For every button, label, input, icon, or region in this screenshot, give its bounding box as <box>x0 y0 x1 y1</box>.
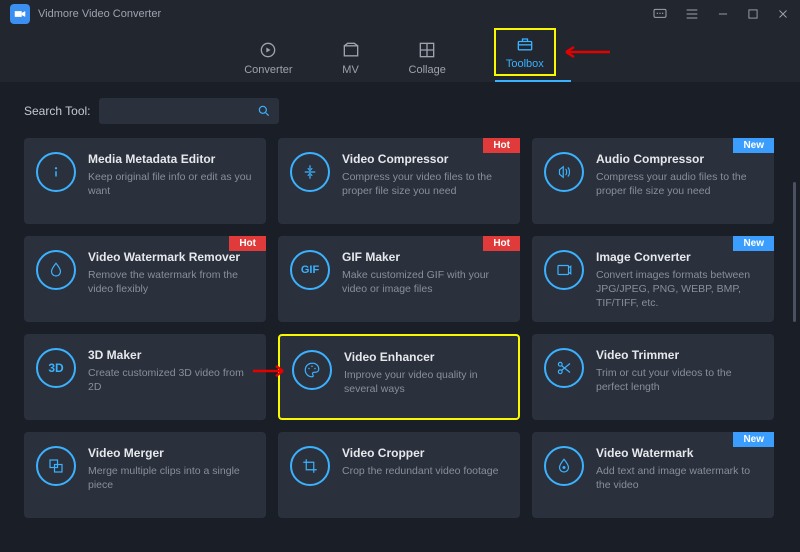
search-label: Search Tool: <box>24 104 91 118</box>
minimize-icon[interactable] <box>716 7 730 21</box>
tool-title: Video Enhancer <box>344 350 506 364</box>
tool-video-enhancer[interactable]: Video Enhancer Improve your video quality… <box>278 334 520 420</box>
menu-icon[interactable] <box>684 6 700 22</box>
app-title: Vidmore Video Converter <box>38 8 161 20</box>
nav-toolbox[interactable]: Toolbox <box>506 34 544 70</box>
tool-desc: Create customized 3D video from 2D <box>88 366 254 394</box>
palette-icon <box>292 350 332 390</box>
mv-icon <box>341 40 361 60</box>
tool-video-trimmer[interactable]: Video Trimmer Trim or cut your videos to … <box>532 334 774 420</box>
compress-icon <box>290 152 330 192</box>
tool-video-watermark-remover[interactable]: Hot Video Watermark Remover Remove the wa… <box>24 236 266 322</box>
crop-icon <box>290 446 330 486</box>
maximize-icon[interactable] <box>746 7 760 21</box>
search-row: Search Tool: <box>24 98 784 124</box>
audio-compress-icon <box>544 152 584 192</box>
tool-image-converter[interactable]: New Image Converter Convert images format… <box>532 236 774 322</box>
collage-icon <box>417 40 437 60</box>
tool-video-merger[interactable]: Video Merger Merge multiple clips into a … <box>24 432 266 518</box>
tool-desc: Improve your video quality in several wa… <box>344 368 506 396</box>
hot-badge: Hot <box>229 236 266 251</box>
tool-title: Video Trimmer <box>596 348 762 362</box>
tool-desc: Merge multiple clips into a single piece <box>88 464 254 492</box>
toolbox-icon <box>515 34 535 54</box>
scissors-icon <box>544 348 584 388</box>
nav-mv[interactable]: MV <box>341 40 361 76</box>
tool-desc: Convert images formats between JPG/JPEG,… <box>596 268 762 311</box>
nav-toolbox-highlight: Toolbox <box>494 28 556 76</box>
hot-badge: Hot <box>483 236 520 251</box>
tool-desc: Add text and image watermark to the vide… <box>596 464 762 492</box>
nav-converter[interactable]: Converter <box>244 40 292 76</box>
search-input[interactable] <box>99 98 279 124</box>
feedback-icon[interactable] <box>652 6 668 22</box>
nav-label: Toolbox <box>506 58 544 70</box>
tool-title: Video Compressor <box>342 152 508 166</box>
tool-title: Video Watermark <box>596 446 762 460</box>
app-logo <box>10 4 30 24</box>
tool-title: Image Converter <box>596 250 762 264</box>
droplet-icon <box>36 250 76 290</box>
titlebar-controls <box>652 6 790 22</box>
tool-title: Video Watermark Remover <box>88 250 254 264</box>
image-convert-icon <box>544 250 584 290</box>
merge-icon <box>36 446 76 486</box>
tool-desc: Keep original file info or edit as you w… <box>88 170 254 198</box>
new-badge: New <box>733 138 774 153</box>
3d-icon: 3D <box>36 348 76 388</box>
nav-label: MV <box>342 64 359 76</box>
tool-desc: Compress your audio files to the proper … <box>596 170 762 198</box>
search-icon <box>257 104 271 118</box>
nav-label: Converter <box>244 64 292 76</box>
tool-desc: Remove the watermark from the video flex… <box>88 268 254 296</box>
hot-badge: Hot <box>483 138 520 153</box>
tool-desc: Compress your video files to the proper … <box>342 170 508 198</box>
close-icon[interactable] <box>776 7 790 21</box>
tool-desc: Crop the redundant video footage <box>342 464 498 478</box>
tool-video-compressor[interactable]: Hot Video Compressor Compress your video … <box>278 138 520 224</box>
tool-audio-compressor[interactable]: New Audio Compressor Compress your audio … <box>532 138 774 224</box>
scrollbar[interactable] <box>793 182 796 322</box>
tool-title: Video Cropper <box>342 446 498 460</box>
watermark-icon <box>544 446 584 486</box>
gif-icon: GIF <box>290 250 330 290</box>
tools-grid: Media Metadata Editor Keep original file … <box>24 138 784 518</box>
tool-desc: Make customized GIF with your video or i… <box>342 268 508 296</box>
tool-title: Video Merger <box>88 446 254 460</box>
new-badge: New <box>733 432 774 447</box>
tool-video-watermark[interactable]: New Video Watermark Add text and image wa… <box>532 432 774 518</box>
info-icon <box>36 152 76 192</box>
tool-video-cropper[interactable]: Video Cropper Crop the redundant video fo… <box>278 432 520 518</box>
converter-icon <box>258 40 278 60</box>
camera-icon <box>13 7 27 21</box>
annotation-arrow-icon <box>560 44 610 60</box>
tool-title: GIF Maker <box>342 250 508 264</box>
tool-title: Media Metadata Editor <box>88 152 254 166</box>
tool-media-metadata-editor[interactable]: Media Metadata Editor Keep original file … <box>24 138 266 224</box>
tool-title: 3D Maker <box>88 348 254 362</box>
tool-gif-maker[interactable]: Hot GIF GIF Maker Make customized GIF wit… <box>278 236 520 322</box>
content-area: Search Tool: Media Metadata Editor Keep o… <box>0 82 800 552</box>
nav-label: Collage <box>409 64 446 76</box>
titlebar: Vidmore Video Converter <box>0 0 800 28</box>
tool-desc: Trim or cut your videos to the perfect l… <box>596 366 762 394</box>
annotation-arrow-icon <box>253 364 289 378</box>
tool-title: Audio Compressor <box>596 152 762 166</box>
tool-3d-maker[interactable]: 3D 3D Maker Create customized 3D video fr… <box>24 334 266 420</box>
nav-collage[interactable]: Collage <box>409 40 446 76</box>
new-badge: New <box>733 236 774 251</box>
top-nav: Converter MV Collage Toolbox <box>0 28 800 82</box>
tools-grid-wrap: Media Metadata Editor Keep original file … <box>24 138 784 536</box>
